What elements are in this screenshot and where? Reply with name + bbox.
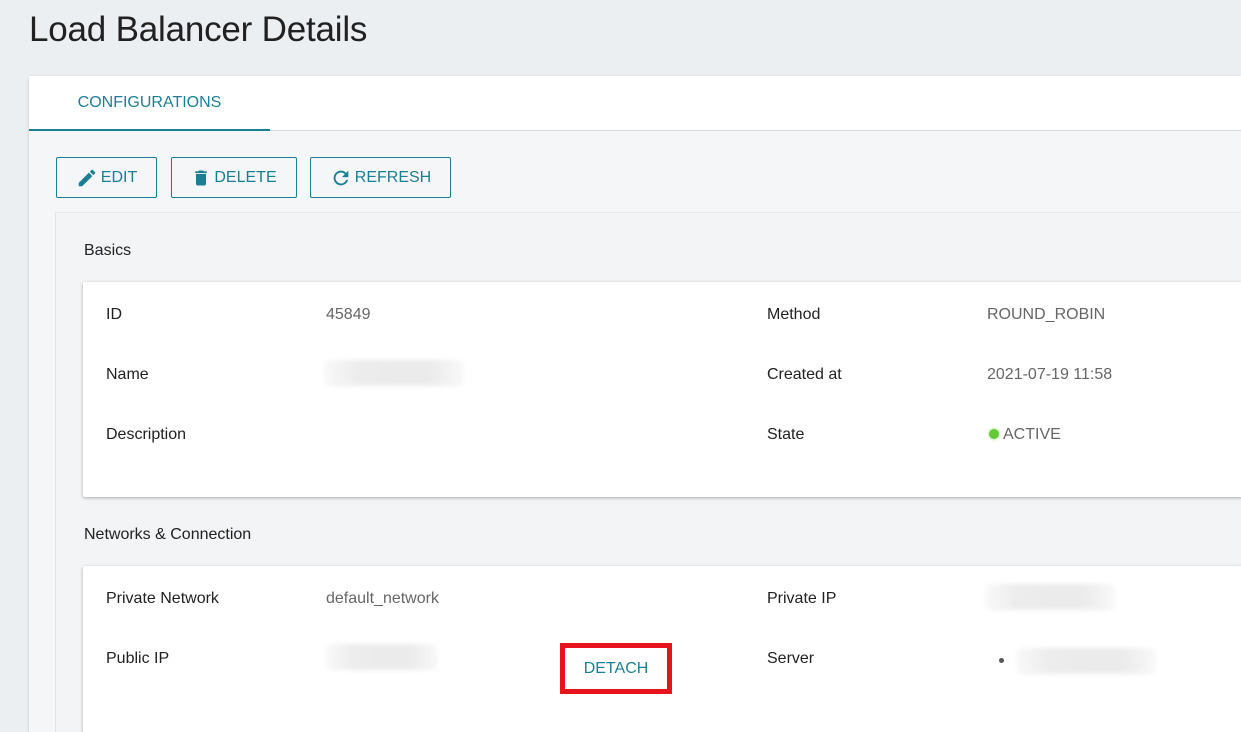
private-ip-label: Private IP <box>767 590 837 607</box>
description-label: Description <box>106 426 187 443</box>
detach-button[interactable]: DETACH <box>570 653 662 684</box>
basics-card: ID 45849 Name Description Method ROUND_R… <box>83 282 1241 497</box>
method-label: Method <box>767 306 821 323</box>
delete-button[interactable]: DELETE <box>171 157 297 198</box>
server-value-redacted[interactable] <box>1016 648 1156 674</box>
basics-section-title: Basics <box>84 242 132 259</box>
server-label: Server <box>767 650 815 667</box>
details-content: Basics ID 45849 Name Description Method … <box>55 212 1241 732</box>
network-section-title: Networks & Connection <box>84 526 252 543</box>
status-dot-icon <box>989 429 999 439</box>
edit-button[interactable]: EDIT <box>56 157 157 198</box>
private-network-value: default_network <box>326 590 439 607</box>
refresh-button-label: REFRESH <box>354 168 432 186</box>
refresh-icon <box>333 170 349 185</box>
refresh-button[interactable]: REFRESH <box>310 157 451 198</box>
tab-bar: CONFIGURATIONS <box>29 76 1241 131</box>
private-network-label: Private Network <box>106 590 219 607</box>
private-ip-value-redacted <box>985 584 1115 610</box>
trash-icon <box>195 170 208 185</box>
server-list-bullet <box>999 658 1004 663</box>
state-text: ACTIVE <box>1003 426 1061 443</box>
name-label: Name <box>106 366 149 383</box>
detach-highlight: DETACH <box>560 643 672 694</box>
network-card: Private Network default_network Public I… <box>83 566 1241 732</box>
state-label: State <box>767 426 805 443</box>
public-ip-value-redacted <box>326 644 438 670</box>
pencil-icon <box>78 169 96 186</box>
tab-configurations[interactable]: CONFIGURATIONS <box>29 76 270 131</box>
edit-button-label: EDIT <box>100 168 138 186</box>
created-at-label: Created at <box>767 366 842 383</box>
delete-button-label: DELETE <box>214 168 277 186</box>
state-value: ACTIVE <box>989 426 1061 444</box>
public-ip-label: Public IP <box>106 650 170 667</box>
page-title: Load Balancer Details <box>29 10 368 49</box>
name-value-redacted <box>324 360 464 386</box>
id-value: 45849 <box>326 306 371 323</box>
method-value: ROUND_ROBIN <box>987 306 1106 323</box>
created-at-value: 2021-07-19 11:58 <box>987 366 1113 383</box>
details-panel: CONFIGURATIONS EDIT DELETE REFRESH Basic… <box>29 76 1241 732</box>
id-label: ID <box>106 306 122 323</box>
